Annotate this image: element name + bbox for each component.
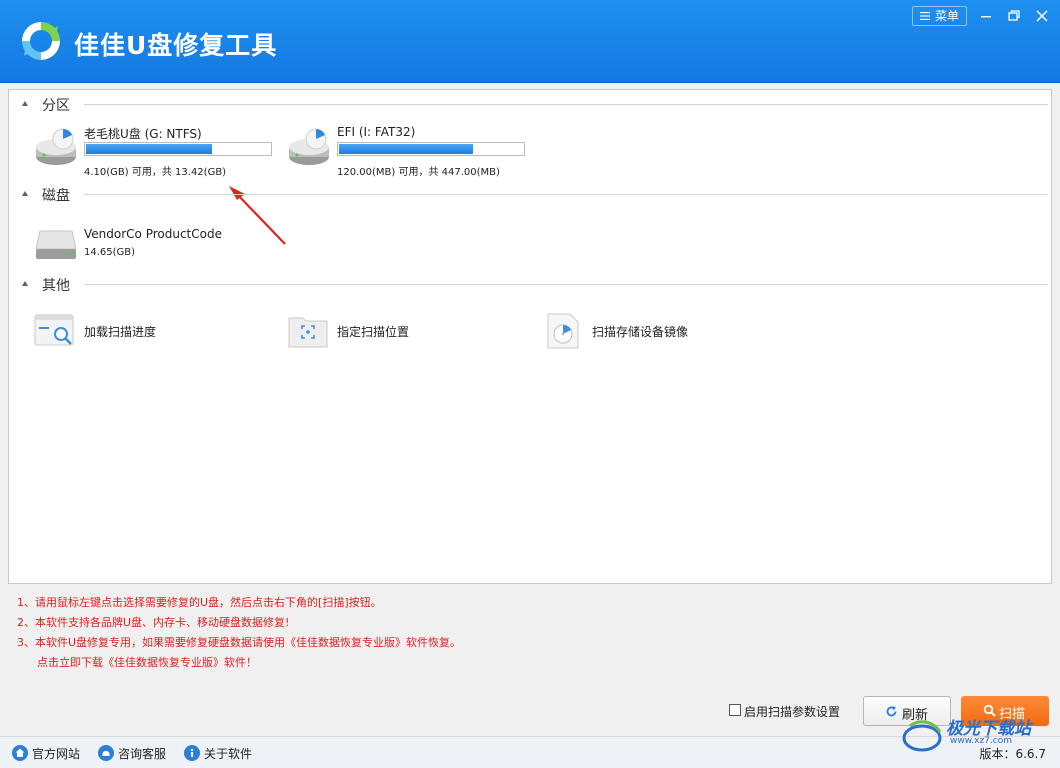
app-title: 佳佳U盘修复工具	[74, 31, 278, 60]
partition-size: 120.00(MB) 可用，共 447.00(MB)	[337, 167, 500, 178]
partition-name: EFI (I: FAT32)	[337, 125, 416, 139]
partition-name: 老毛桃U盘 (G: NTFS)	[84, 127, 202, 141]
folder-target-icon	[288, 317, 328, 348]
menu-icon	[920, 12, 930, 20]
section-label-disk: 磁盘	[42, 188, 70, 204]
scan-device-image-item[interactable]: 扫描存储设备镜像	[542, 312, 762, 352]
load-scan-progress-item[interactable]: 加载扫描进度	[34, 312, 234, 352]
section-divider	[84, 104, 1048, 105]
section-divider	[84, 194, 1048, 195]
refresh-icon	[886, 706, 897, 717]
about-link[interactable]: 关于软件	[184, 745, 256, 761]
about-label: 关于软件	[204, 747, 253, 761]
disk-size: 14.65(GB)	[84, 247, 136, 258]
device-panel: 分区 老毛桃U盘 (G: NTFS) 4.10(GB) 可用，共 13.42(G…	[8, 89, 1052, 584]
section-label-other: 其他	[42, 278, 70, 294]
support-icon	[98, 745, 114, 761]
minimize-icon[interactable]	[976, 6, 996, 26]
other-label: 加载扫描进度	[84, 325, 157, 339]
site-watermark: 极光下载站 www.xz7.com	[900, 712, 1060, 768]
collapse-triangle-icon[interactable]	[22, 101, 28, 106]
usage-fill	[86, 144, 213, 154]
watermark-logo-icon	[902, 720, 942, 752]
section-divider	[84, 284, 1048, 285]
section-label-partition: 分区	[42, 98, 70, 114]
watermark-url: www.xz7.com	[950, 736, 1012, 746]
app-logo-icon	[22, 22, 60, 60]
download-pro-link[interactable]: 点击立即下载《佳佳数据恢复专业版》软件！	[17, 653, 461, 673]
partition-drive-icon	[289, 128, 329, 165]
disk-name: VendorCo ProductCode	[84, 227, 222, 241]
note-line: 1、请用鼠标左键点击选择需要修复的U盘，然后点击右下角的[扫描]按钮。	[17, 596, 382, 609]
section-partition[interactable]: 分区	[9, 94, 1049, 114]
partition-item-g[interactable]: 老毛桃U盘 (G: NTFS) 4.10(GB) 可用，共 13.42(GB)	[34, 125, 279, 178]
hard-disk-icon	[35, 230, 77, 259]
section-disk[interactable]: 磁盘	[9, 184, 1049, 204]
scan-params-checkbox[interactable]	[729, 704, 741, 716]
website-label: 官方网站	[32, 747, 81, 761]
support-label: 咨询客服	[118, 747, 167, 761]
partition-item-i[interactable]: EFI (I: FAT32) 120.00(MB) 可用，共 447.00(MB…	[287, 125, 532, 178]
specify-scan-location-item[interactable]: 指定扫描位置	[287, 312, 487, 352]
title-bar: 佳佳U盘修复工具 菜单	[0, 0, 1060, 83]
other-label: 扫描存储设备镜像	[592, 325, 689, 339]
menu-button[interactable]: 菜单	[912, 6, 967, 26]
collapse-triangle-icon[interactable]	[22, 191, 28, 196]
section-other[interactable]: 其他	[9, 274, 1049, 294]
support-link[interactable]: 咨询客服	[98, 745, 170, 761]
partition-usage-bar	[84, 142, 272, 156]
menu-label: 菜单	[934, 9, 959, 23]
official-website-link[interactable]: 官方网站	[12, 745, 84, 761]
partition-drive-icon	[36, 128, 76, 165]
instruction-notes: 1、请用鼠标左键点击选择需要修复的U盘，然后点击右下角的[扫描]按钮。 2、本软…	[17, 593, 461, 673]
load-progress-icon	[34, 314, 74, 346]
usage-fill	[339, 144, 473, 154]
partition-usage-bar	[337, 142, 525, 156]
restore-icon[interactable]	[1004, 6, 1024, 26]
close-icon[interactable]	[1032, 6, 1052, 26]
disk-image-icon	[547, 313, 579, 349]
scan-params-label: 启用扫描参数设置	[744, 705, 841, 719]
info-icon	[184, 745, 200, 761]
note-line: 2、本软件支持各品牌U盘、内存卡、移动硬盘数据修复!	[17, 616, 290, 629]
note-line: 3、本软件U盘修复专用，如果需要修复硬盘数据请使用《佳佳数据恢复专业版》软件恢复…	[17, 636, 462, 649]
disk-item[interactable]: VendorCo ProductCode 14.65(GB)	[34, 227, 234, 267]
collapse-triangle-icon[interactable]	[22, 281, 28, 286]
other-label: 指定扫描位置	[337, 325, 410, 339]
home-icon	[12, 745, 28, 761]
partition-size: 4.10(GB) 可用，共 13.42(GB)	[84, 167, 227, 178]
